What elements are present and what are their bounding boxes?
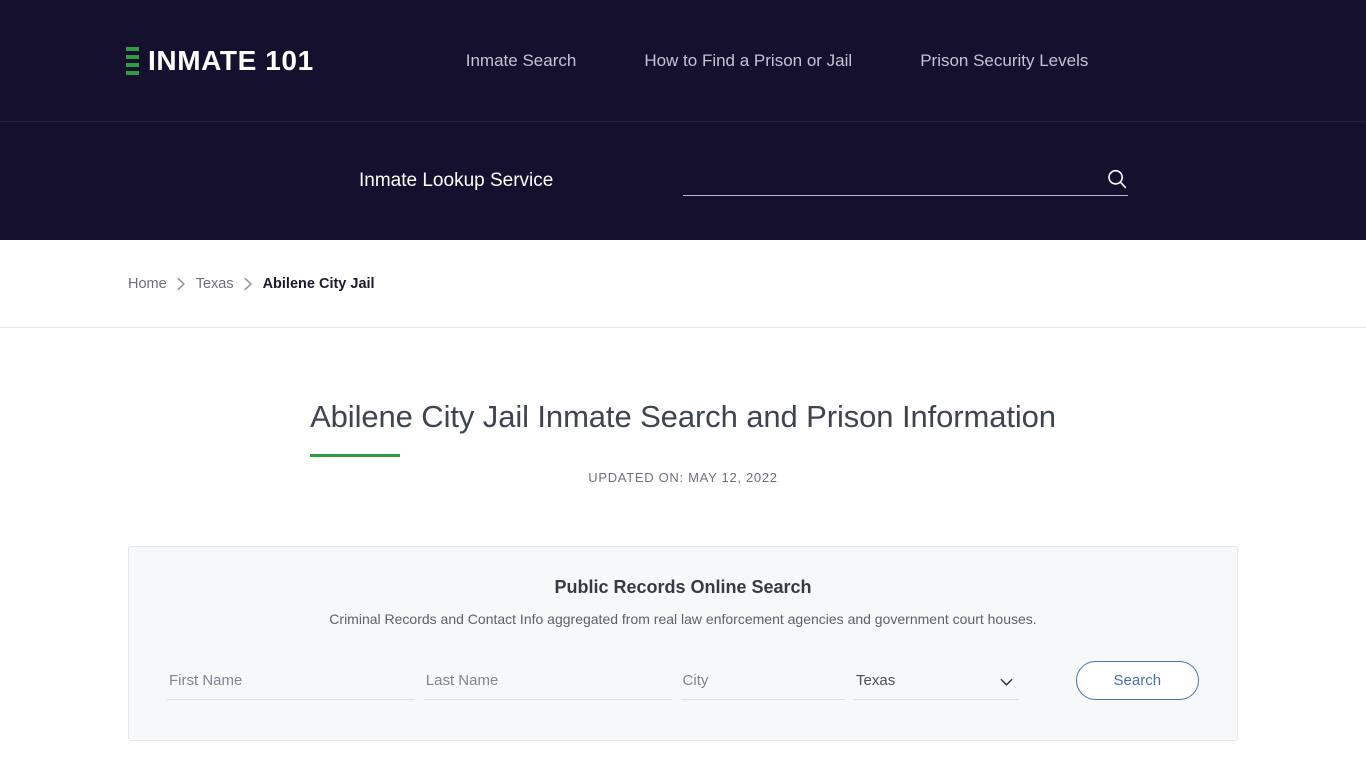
nav-item-how-to-find-a-prison-or-jail[interactable]: How to Find a Prison or Jail (644, 51, 852, 71)
breadcrumb: Home Texas Abilene City Jail (0, 240, 1366, 328)
bars-logo-icon (126, 46, 139, 76)
records-card-title: Public Records Online Search (554, 577, 812, 598)
main-navigation: Inmate Search How to Find a Prison or Ja… (466, 51, 1089, 71)
records-search-button[interactable]: Search (1075, 661, 1199, 701)
state-select[interactable]: Texas (854, 668, 1019, 693)
last-name-input[interactable] (423, 668, 672, 693)
nav-item-inmate-search[interactable]: Inmate Search (466, 51, 577, 71)
breadcrumb-item-texas[interactable]: Texas (196, 276, 234, 292)
inmate-lookup-bar: Inmate Lookup Service (0, 122, 1366, 240)
brand-name: INMATE 101 (148, 45, 314, 76)
city-input[interactable] (680, 668, 846, 693)
records-card-subtitle: Criminal Records and Contact Info aggreg… (329, 611, 1037, 628)
last-updated-text: UPDATED ON: MAY 12, 2022 (588, 470, 778, 486)
state-field: Texas (854, 668, 1019, 701)
breadcrumb-item-current: Abilene City Jail (262, 275, 375, 292)
page-title-wrapper: Abilene City Jail Inmate Search and Pris… (310, 398, 1056, 458)
chevron-right-icon (176, 277, 187, 291)
site-search-input[interactable] (683, 166, 1098, 190)
public-records-search-form: Texas Search (167, 661, 1199, 701)
page-title: Abilene City Jail Inmate Search and Pris… (310, 399, 1056, 434)
site-header: INMATE 101 Inmate Search How to Find a P… (0, 0, 1366, 122)
site-logo[interactable]: INMATE 101 (126, 46, 314, 76)
first-name-field (167, 668, 415, 701)
page-header: Abilene City Jail Inmate Search and Pris… (0, 328, 1366, 485)
site-search-field (683, 166, 1128, 196)
inmate-lookup-label: Inmate Lookup Service (359, 170, 554, 191)
site-search-submit-button[interactable] (1106, 168, 1128, 190)
first-name-input[interactable] (167, 668, 415, 693)
breadcrumb-item-home[interactable]: Home (128, 276, 167, 292)
nav-item-prison-security-levels[interactable]: Prison Security Levels (920, 51, 1088, 71)
search-icon (1106, 169, 1128, 193)
public-records-search-card: Public Records Online Search Criminal Re… (128, 546, 1238, 742)
last-name-field (423, 668, 672, 701)
city-field (680, 668, 846, 701)
chevron-right-icon (243, 277, 254, 291)
title-accent-rule (310, 454, 401, 458)
